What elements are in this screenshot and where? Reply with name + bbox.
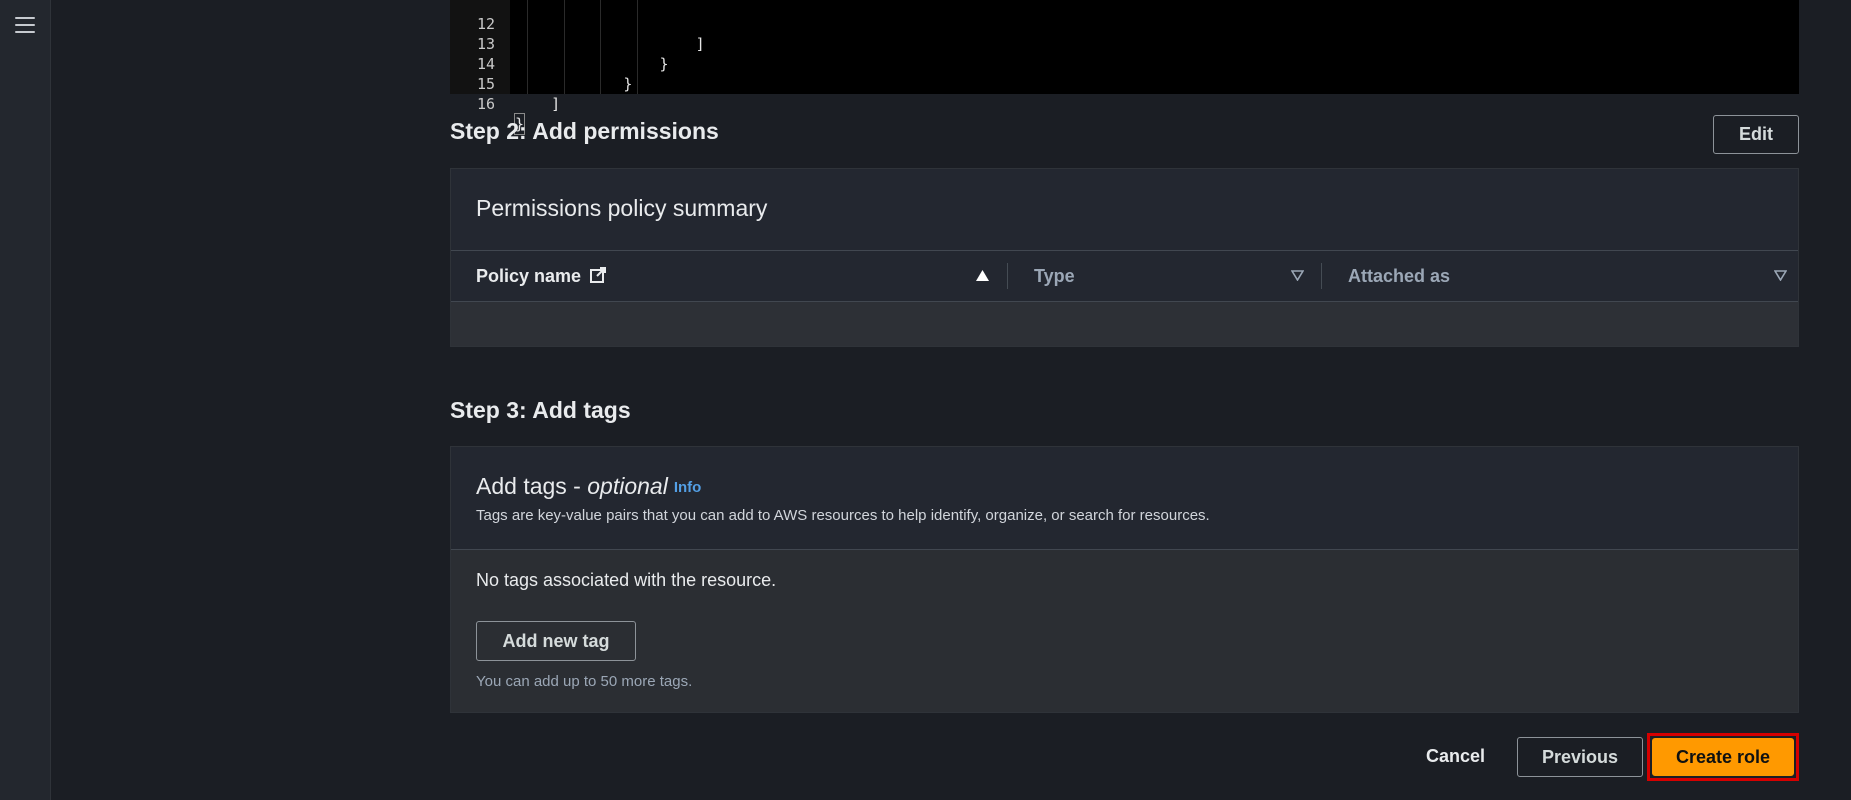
edit-permissions-button[interactable]: Edit bbox=[1713, 115, 1799, 154]
column-type[interactable]: Type bbox=[1034, 251, 1075, 301]
card-title: Permissions policy summary bbox=[476, 195, 768, 221]
card-description: Tags are key-value pairs that you can ad… bbox=[476, 507, 1210, 524]
info-link[interactable]: Info bbox=[674, 479, 702, 496]
empty-tags-message: No tags associated with the resource. bbox=[476, 570, 777, 590]
optional-label: optional bbox=[587, 473, 668, 499]
side-navigation bbox=[0, 0, 51, 800]
code-text: ] bbox=[515, 95, 561, 113]
tag-limit-hint: You can add up to 50 more tags. bbox=[476, 673, 693, 690]
code-line: 16 } bbox=[450, 74, 1799, 135]
card-header: Add tags - optional Info Tags are key-val… bbox=[451, 447, 1798, 550]
step-3-title: Step 3: Add tags bbox=[450, 397, 631, 423]
menu-icon[interactable] bbox=[15, 17, 35, 35]
policy-table-body bbox=[451, 302, 1798, 346]
step-2-title: Step 2: Add permissions bbox=[450, 118, 719, 144]
card-title-text: Add tags - bbox=[476, 473, 588, 499]
sort-icon[interactable] bbox=[1774, 270, 1787, 281]
column-attached-as[interactable]: Attached as bbox=[1348, 251, 1450, 301]
add-new-tag-button[interactable]: Add new tag bbox=[476, 621, 636, 661]
create-role-button[interactable]: Create role bbox=[1652, 738, 1794, 776]
permissions-policy-summary-card: Permissions policy summary Policy name T… bbox=[450, 168, 1799, 347]
external-link-icon bbox=[589, 253, 607, 303]
trust-policy-editor[interactable]: 12 ] 13 } 14 } 15 ] 16 } bbox=[450, 0, 1799, 135]
previous-button[interactable]: Previous bbox=[1517, 737, 1643, 777]
card-body: No tags associated with the resource. Ad… bbox=[451, 550, 1798, 712]
sort-icon[interactable] bbox=[1291, 270, 1304, 281]
line-number: 16 bbox=[476, 95, 495, 113]
policy-table-header: Policy name Type Attached as bbox=[451, 251, 1798, 301]
column-label: Policy name bbox=[476, 266, 582, 286]
cancel-button[interactable]: Cancel bbox=[1426, 746, 1485, 767]
code-line: 12 ] bbox=[450, 0, 1799, 53]
column-policy-name[interactable]: Policy name bbox=[476, 251, 607, 301]
code-line: 15 ] bbox=[450, 54, 1799, 113]
code-line: 13 } bbox=[450, 14, 1799, 73]
code-line: 14 } bbox=[450, 34, 1799, 93]
card-title: Add tags - optional Info bbox=[476, 473, 701, 500]
column-divider bbox=[1321, 263, 1322, 289]
add-tags-card: Add tags - optional Info Tags are key-val… bbox=[450, 446, 1799, 713]
column-divider bbox=[1007, 263, 1008, 289]
sort-ascending-icon[interactable] bbox=[976, 270, 989, 281]
